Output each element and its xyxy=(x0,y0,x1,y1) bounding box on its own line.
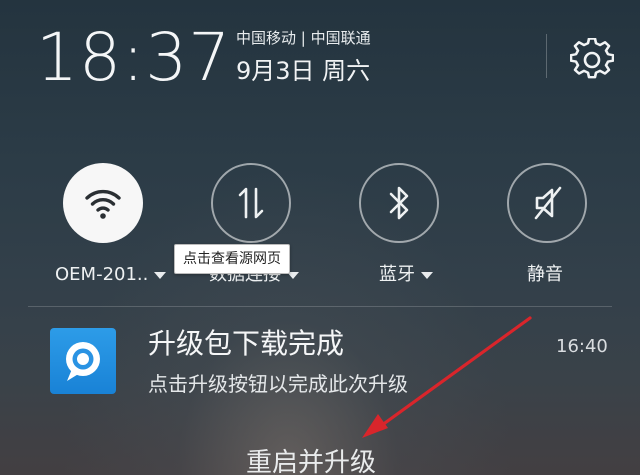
data-connection-toggle[interactable] xyxy=(211,163,291,243)
app-icon[interactable] xyxy=(50,328,116,394)
bluetooth-toggle-label[interactable]: 蓝牙 xyxy=(379,264,433,286)
bluetooth-label: 蓝牙 xyxy=(379,264,415,285)
wifi-network-name: OEM-201.. xyxy=(55,264,149,285)
header-divider xyxy=(546,34,547,78)
chat-bubble-icon xyxy=(66,342,100,381)
wifi-icon xyxy=(85,189,121,219)
clock: 18:37 xyxy=(36,19,232,96)
mute-label: 静音 xyxy=(527,264,563,285)
tooltip: 点击查看源网页 xyxy=(174,244,290,274)
section-divider xyxy=(28,306,612,307)
date: 9月3日 周六 xyxy=(236,57,371,85)
notification-title[interactable]: 升级包下载完成 xyxy=(148,326,344,362)
gear-icon xyxy=(569,37,615,79)
chevron-down-icon xyxy=(154,271,167,279)
wifi-toggle-label[interactable]: OEM-201.. xyxy=(55,264,167,286)
bluetooth-icon xyxy=(389,186,409,220)
chevron-down-icon xyxy=(421,271,433,279)
wifi-toggle[interactable] xyxy=(63,163,143,243)
carrier-names: 中国移动 | 中国联通 xyxy=(236,29,371,47)
notification-body[interactable]: 点击升级按钮以完成此次升级 xyxy=(148,370,408,398)
settings-button[interactable] xyxy=(569,37,615,82)
notification-shade: 18:37 中国移动 | 中国联通 9月3日 周六 OEM-201.. 数据连接… xyxy=(0,0,640,475)
mute-toggle[interactable] xyxy=(507,163,587,243)
bluetooth-toggle[interactable] xyxy=(359,163,439,243)
data-transfer-icon xyxy=(238,187,264,219)
mute-toggle-label: 静音 xyxy=(527,264,563,286)
notification-time: 16:40 xyxy=(556,336,608,357)
restart-and-upgrade-button[interactable]: 重启并升级 xyxy=(246,446,376,475)
speaker-muted-icon xyxy=(534,186,562,220)
